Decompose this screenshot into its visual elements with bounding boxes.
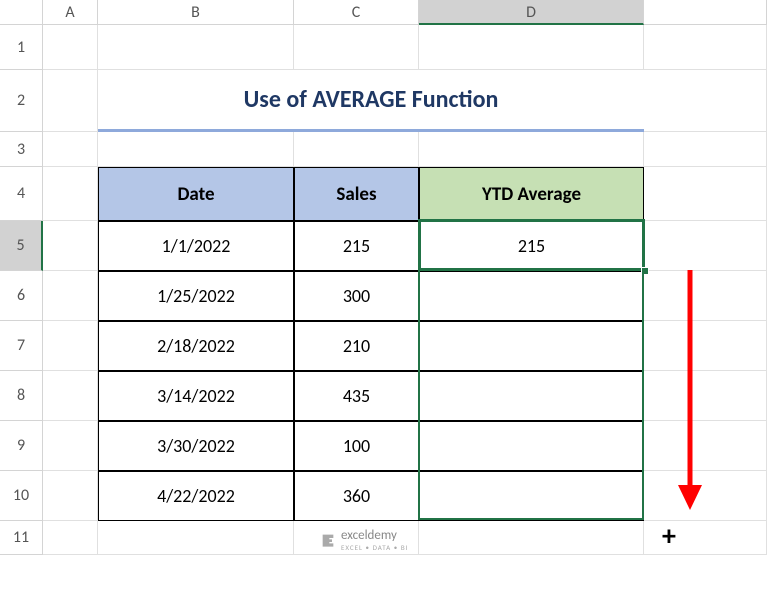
data-ytd[interactable] — [419, 271, 644, 321]
cell[interactable] — [644, 70, 767, 132]
watermark: exceldemy EXCEL • DATA • BI — [320, 528, 408, 552]
data-sales[interactable]: 210 — [294, 321, 419, 371]
row-header-7[interactable]: 7 — [0, 321, 43, 371]
data-sales[interactable]: 435 — [294, 371, 419, 421]
table-header-date[interactable]: Date — [98, 167, 294, 221]
fill-cursor-icon: + — [662, 518, 676, 553]
cell[interactable] — [294, 132, 419, 167]
row-header-8[interactable]: 8 — [0, 371, 43, 421]
row-header-3[interactable]: 3 — [0, 132, 43, 167]
data-ytd[interactable]: 215 — [419, 221, 644, 271]
cell[interactable] — [43, 421, 98, 471]
data-sales[interactable]: 300 — [294, 271, 419, 321]
row-header-6[interactable]: 6 — [0, 271, 43, 321]
watermark-tagline: EXCEL • DATA • BI — [341, 543, 408, 552]
cell[interactable] — [43, 471, 98, 521]
data-sales[interactable]: 100 — [294, 421, 419, 471]
data-sales[interactable]: 215 — [294, 221, 419, 271]
data-date[interactable]: 4/22/2022 — [98, 471, 294, 521]
data-sales[interactable]: 360 — [294, 471, 419, 521]
col-header-c[interactable]: C — [294, 0, 419, 25]
cell[interactable] — [43, 167, 98, 221]
cell[interactable] — [419, 25, 644, 70]
col-header-d[interactable]: D — [419, 0, 644, 25]
cell[interactable] — [98, 25, 294, 70]
fill-handle[interactable] — [641, 267, 649, 275]
cell[interactable] — [43, 271, 98, 321]
data-date[interactable]: 3/30/2022 — [98, 421, 294, 471]
data-date[interactable]: 1/1/2022 — [98, 221, 294, 271]
data-date[interactable]: 3/14/2022 — [98, 371, 294, 421]
cell[interactable] — [294, 25, 419, 70]
cell[interactable] — [644, 25, 767, 70]
cell[interactable] — [43, 25, 98, 70]
table-header-ytd[interactable]: YTD Average — [419, 167, 644, 221]
cell[interactable] — [419, 521, 644, 555]
row-header-1[interactable]: 1 — [0, 25, 43, 70]
data-ytd[interactable] — [419, 471, 644, 521]
row-header-11[interactable]: 11 — [0, 521, 43, 555]
title-cell[interactable]: Use of AVERAGE Function — [98, 70, 644, 132]
data-date[interactable]: 1/25/2022 — [98, 271, 294, 321]
table-header-sales[interactable]: Sales — [294, 167, 419, 221]
cell[interactable] — [43, 521, 98, 555]
data-ytd[interactable] — [419, 421, 644, 471]
cell[interactable] — [644, 167, 767, 221]
row-header-10[interactable]: 10 — [0, 471, 43, 521]
cell[interactable] — [43, 132, 98, 167]
data-ytd[interactable] — [419, 371, 644, 421]
cell[interactable] — [43, 321, 98, 371]
cell[interactable] — [43, 371, 98, 421]
col-header-a[interactable]: A — [43, 0, 98, 25]
spreadsheet-grid: A B C D 1 2 Use of AVERAGE Function 3 4 … — [0, 0, 767, 555]
row-header-9[interactable]: 9 — [0, 421, 43, 471]
row-header-5[interactable]: 5 — [0, 221, 43, 271]
col-header-blank[interactable] — [644, 0, 767, 25]
cell[interactable] — [644, 132, 767, 167]
select-all-corner[interactable] — [0, 0, 43, 25]
row-header-4[interactable]: 4 — [0, 167, 43, 221]
data-ytd[interactable] — [419, 321, 644, 371]
cell[interactable] — [43, 221, 98, 271]
row-header-2[interactable]: 2 — [0, 70, 43, 132]
col-header-b[interactable]: B — [98, 0, 294, 25]
cell[interactable] — [644, 221, 767, 271]
watermark-brand: exceldemy — [341, 528, 397, 543]
cell[interactable] — [98, 132, 294, 167]
cell[interactable] — [43, 70, 98, 132]
cell[interactable] — [419, 132, 644, 167]
cell[interactable] — [98, 521, 294, 555]
watermark-logo-icon — [320, 532, 336, 548]
data-date[interactable]: 2/18/2022 — [98, 321, 294, 371]
drag-arrow-icon — [670, 270, 710, 520]
